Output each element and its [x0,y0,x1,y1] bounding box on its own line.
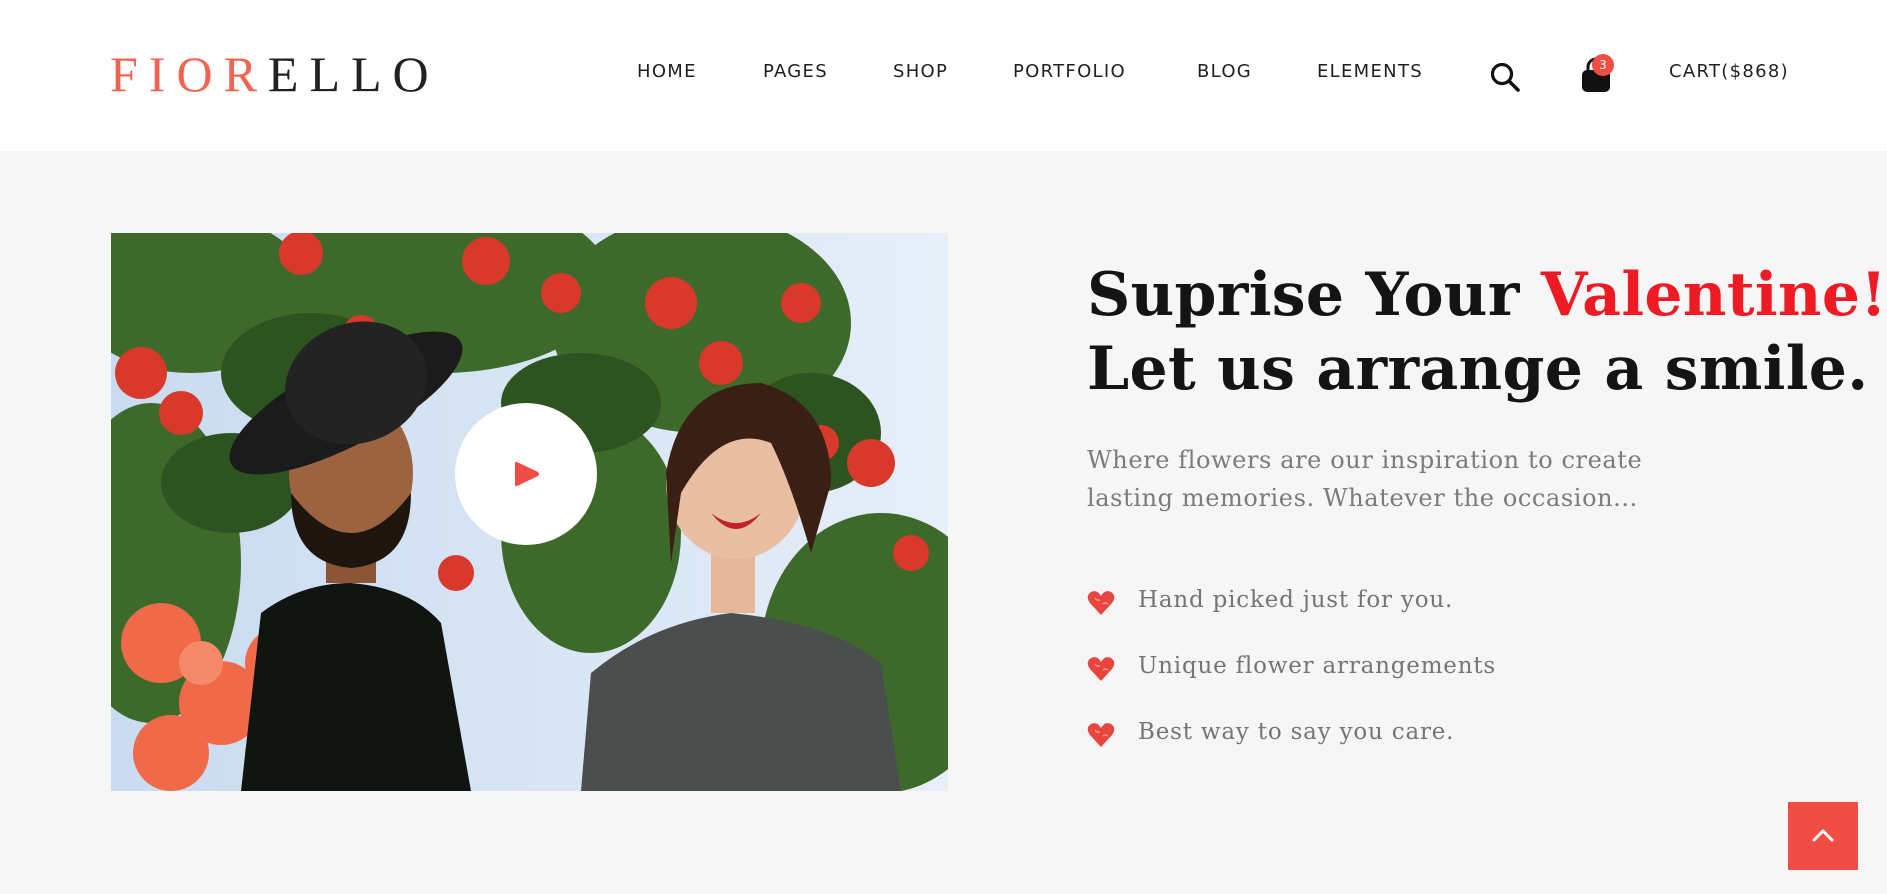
chevron-up-icon [1812,829,1834,842]
hero-headline: Suprise Your Valentine! Let us arrange a… [1087,258,1887,406]
feature-text: Unique flower arrangements [1138,653,1496,679]
nav-item-shop[interactable]: SHOP [893,60,948,84]
list-item: Hand picked just for you. [1087,580,1687,646]
nav-item-pages[interactable]: PAGES [763,60,828,84]
scroll-to-top-button[interactable] [1788,802,1858,870]
list-item: Unique flower arrangements [1087,646,1687,712]
feature-text: Best way to say you care. [1138,719,1455,745]
cart-count-badge: 3 [1592,54,1614,76]
heart-icon [1087,723,1115,747]
nav-item-elements[interactable]: ELEMENTS [1317,60,1423,84]
headline-accent: Valentine! [1540,260,1887,330]
heart-icon [1087,591,1115,615]
list-item: Best way to say you care. [1087,712,1687,778]
play-video-button[interactable] [455,403,597,545]
play-icon [515,461,539,487]
nav-item-portfolio[interactable]: PORTFOLIO [1013,60,1126,84]
hero-intro: Where flowers are our inspiration to cre… [1087,446,1643,512]
feature-text: Hand picked just for you. [1138,587,1454,613]
heart-icon [1087,657,1115,681]
feature-list: Hand picked just for you. Unique flower … [1087,580,1687,778]
cart-link[interactable]: CART($868) [1669,60,1789,84]
nav-item-blog[interactable]: BLOG [1197,60,1252,84]
site-header: FIORELLO HOME PAGES SHOP PORTFOLIO BLOG … [0,0,1887,151]
headline-line2: Let us arrange a smile. [1087,334,1869,404]
nav-item-home[interactable]: HOME [637,60,697,84]
search-icon[interactable] [1489,61,1521,93]
headline-part1: Suprise Your [1087,260,1541,330]
